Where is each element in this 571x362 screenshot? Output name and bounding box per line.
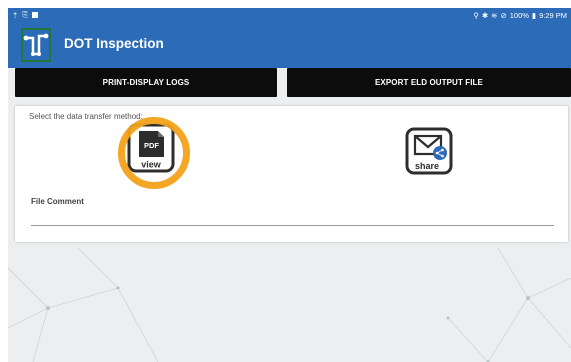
dnd-icon: ⊘ [500, 10, 507, 20]
print-display-logs-button[interactable]: PRINT-DISPLAY LOGS [15, 68, 277, 97]
wifi-icon: ≋ [491, 10, 498, 20]
export-eld-output-file-button[interactable]: EXPORT ELD OUTPUT FILE [287, 68, 571, 97]
app-title: DOT Inspection [64, 36, 164, 51]
battery-percent: 100% [509, 10, 529, 20]
status-right: ⚲ ✱ ≋ ⊘ 100% ▮ 9:29 PM [473, 11, 567, 20]
file-comment-input[interactable] [31, 210, 554, 225]
tablet-screen: ⇡ ⎘ ⚲ ✱ ≋ ⊘ 100% ▮ 9:29 PM DOT Inspectio… [8, 8, 571, 362]
data-transfer-prompt: Select the data transfer method: [29, 112, 143, 121]
battery-icon: ▮ [531, 10, 537, 20]
data-transfer-card: Select the data transfer method: PDF vie… [15, 106, 568, 242]
location-icon: ⚲ [473, 10, 479, 20]
app-notification-icon [32, 12, 39, 18]
file-comment-label: File Comment [31, 197, 84, 206]
highlight-ring [118, 117, 190, 189]
app-bar: DOT Inspection [8, 22, 571, 68]
bluetooth-icon: ✱ [481, 10, 489, 20]
notification-icon: ⎘ [22, 10, 29, 19]
share-button[interactable]: share [405, 127, 453, 175]
clock: 9:29 PM [539, 10, 567, 20]
background-pattern [8, 248, 571, 362]
usb-icon: ⇡ [12, 10, 19, 20]
status-left-icons: ⇡ ⎘ [12, 10, 39, 20]
status-bar: ⇡ ⎘ ⚲ ✱ ≋ ⊘ 100% ▮ 9:29 PM [8, 8, 571, 22]
file-comment-underline [31, 225, 554, 226]
share-label: share [415, 161, 439, 171]
app-logo-icon [21, 28, 51, 62]
